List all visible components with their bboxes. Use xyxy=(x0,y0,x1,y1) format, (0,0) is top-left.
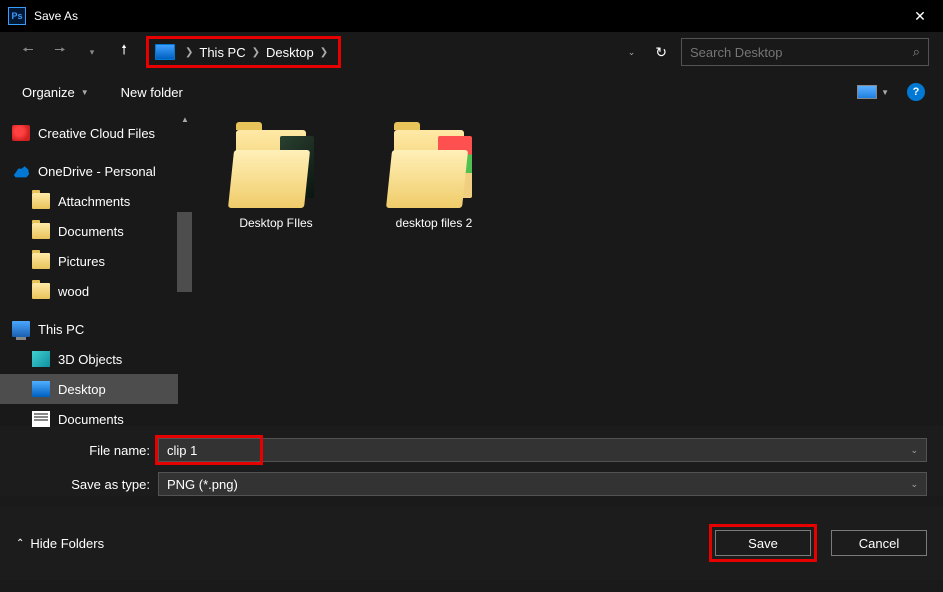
sidebar-label: wood xyxy=(58,284,89,299)
folder-tree: Creative Cloud Files OneDrive - Personal… xyxy=(0,112,192,434)
view-dropdown[interactable]: ▼ xyxy=(881,88,889,97)
chevron-down-icon[interactable]: ⌄ xyxy=(910,479,918,490)
window-title: Save As xyxy=(34,9,897,23)
chevron-right-icon: ❯ xyxy=(252,47,260,58)
chevron-up-icon: ⌃ xyxy=(16,538,24,549)
folder-icon xyxy=(32,283,50,299)
back-button[interactable]: 🠔 xyxy=(14,38,42,66)
highlight-annotation: Save xyxy=(709,524,817,562)
sidebar-label: Desktop xyxy=(58,382,106,397)
filename-label: File name: xyxy=(16,443,158,458)
new-folder-button[interactable]: New folder xyxy=(117,81,187,104)
chevron-down-icon[interactable]: ⌄ xyxy=(910,445,918,456)
search-input[interactable] xyxy=(690,45,913,60)
hide-folders-label: Hide Folders xyxy=(30,536,104,551)
filetype-value: PNG (*.png) xyxy=(167,477,238,492)
file-pane[interactable]: Desktop FIles desktop files 2 xyxy=(192,112,943,426)
folder-icon xyxy=(32,193,50,209)
sidebar: Creative Cloud Files OneDrive - Personal… xyxy=(0,112,192,426)
chevron-right-icon: ❯ xyxy=(185,47,193,58)
new-folder-label: New folder xyxy=(121,85,183,100)
sidebar-label: Documents xyxy=(58,224,124,239)
sidebar-label: Documents xyxy=(58,412,124,427)
cc-icon xyxy=(12,125,30,141)
close-button[interactable]: ✕ xyxy=(897,0,943,32)
folder-icon xyxy=(32,253,50,269)
breadcrumb-item-pc[interactable]: This PC xyxy=(197,45,247,60)
folder-icon xyxy=(228,130,324,208)
filename-input[interactable]: clip 1 ⌄ xyxy=(158,438,927,462)
view-mode-icon[interactable] xyxy=(857,85,877,99)
desktop-icon xyxy=(32,381,50,397)
sidebar-item-cc[interactable]: Creative Cloud Files xyxy=(0,118,192,148)
toolbar: Organize ▼ New folder ▼ ? xyxy=(0,72,943,112)
onedrive-icon xyxy=(12,163,30,179)
folder-item[interactable]: Desktop FIles xyxy=(216,130,336,230)
sidebar-label: Attachments xyxy=(58,194,130,209)
form-area: File name: clip 1 ⌄ Save as type: PNG (*… xyxy=(0,426,943,496)
search-box[interactable]: ⌕ xyxy=(681,38,929,66)
sidebar-item-attachments[interactable]: Attachments xyxy=(0,186,192,216)
sidebar-item-wood[interactable]: wood xyxy=(0,276,192,306)
folder-icon xyxy=(386,130,482,208)
titlebar: Ps Save As ✕ xyxy=(0,0,943,32)
search-icon[interactable]: ⌕ xyxy=(913,44,920,60)
save-button[interactable]: Save xyxy=(715,530,811,556)
sidebar-item-thispc[interactable]: This PC xyxy=(0,314,192,344)
organize-label: Organize xyxy=(22,85,75,100)
breadcrumb[interactable]: ❯ This PC ❯ Desktop ❯ xyxy=(146,36,341,68)
organize-button[interactable]: Organize ▼ xyxy=(18,81,93,104)
up-button[interactable]: 🠕 xyxy=(110,38,138,66)
sidebar-item-desktop[interactable]: Desktop xyxy=(0,374,192,404)
cancel-button[interactable]: Cancel xyxy=(831,530,927,556)
filename-value: clip 1 xyxy=(167,443,197,458)
sidebar-label: This PC xyxy=(38,322,84,337)
sidebar-label: OneDrive - Personal xyxy=(38,164,156,179)
sidebar-label: Pictures xyxy=(58,254,105,269)
refresh-button[interactable]: ↻ xyxy=(655,44,667,61)
folder-item[interactable]: desktop files 2 xyxy=(374,130,494,230)
folder-label: desktop files 2 xyxy=(374,216,494,230)
filetype-label: Save as type: xyxy=(16,477,158,492)
sidebar-label: Creative Cloud Files xyxy=(38,126,155,141)
photoshop-icon: Ps xyxy=(8,7,26,25)
hide-folders-button[interactable]: ⌃ Hide Folders xyxy=(16,536,104,551)
forward-button[interactable]: 🠖 xyxy=(46,38,74,66)
sidebar-label: 3D Objects xyxy=(58,352,122,367)
address-dropdown[interactable]: ⌄ xyxy=(628,47,636,58)
scroll-up-icon[interactable]: ▲ xyxy=(178,112,192,126)
sidebar-item-documents[interactable]: Documents xyxy=(0,216,192,246)
sidebar-item-pictures[interactable]: Pictures xyxy=(0,246,192,276)
filetype-select[interactable]: PNG (*.png) ⌄ xyxy=(158,472,927,496)
folder-label: Desktop FIles xyxy=(216,216,336,230)
breadcrumb-item-desktop[interactable]: Desktop xyxy=(264,45,316,60)
chevron-down-icon: ▼ xyxy=(81,88,89,97)
body: Creative Cloud Files OneDrive - Personal… xyxy=(0,112,943,426)
footer: ⌃ Hide Folders Save Cancel xyxy=(0,506,943,580)
scroll-thumb[interactable] xyxy=(177,212,192,292)
sidebar-item-documents2[interactable]: Documents xyxy=(0,404,192,434)
folder-icon xyxy=(32,223,50,239)
sidebar-scrollbar[interactable]: ▲ xyxy=(178,112,192,426)
pc-icon xyxy=(155,44,175,60)
sidebar-item-onedrive[interactable]: OneDrive - Personal xyxy=(0,156,192,186)
3d-icon xyxy=(32,351,50,367)
recent-dropdown[interactable]: ▾ xyxy=(78,38,106,66)
sidebar-item-3d[interactable]: 3D Objects xyxy=(0,344,192,374)
navbar: 🠔 🠖 ▾ 🠕 ❯ This PC ❯ Desktop ❯ ⌄ ↻ ⌕ xyxy=(0,32,943,72)
help-button[interactable]: ? xyxy=(907,83,925,101)
documents-icon xyxy=(32,411,50,427)
chevron-right-icon: ❯ xyxy=(320,47,328,58)
pc-icon xyxy=(12,321,30,337)
